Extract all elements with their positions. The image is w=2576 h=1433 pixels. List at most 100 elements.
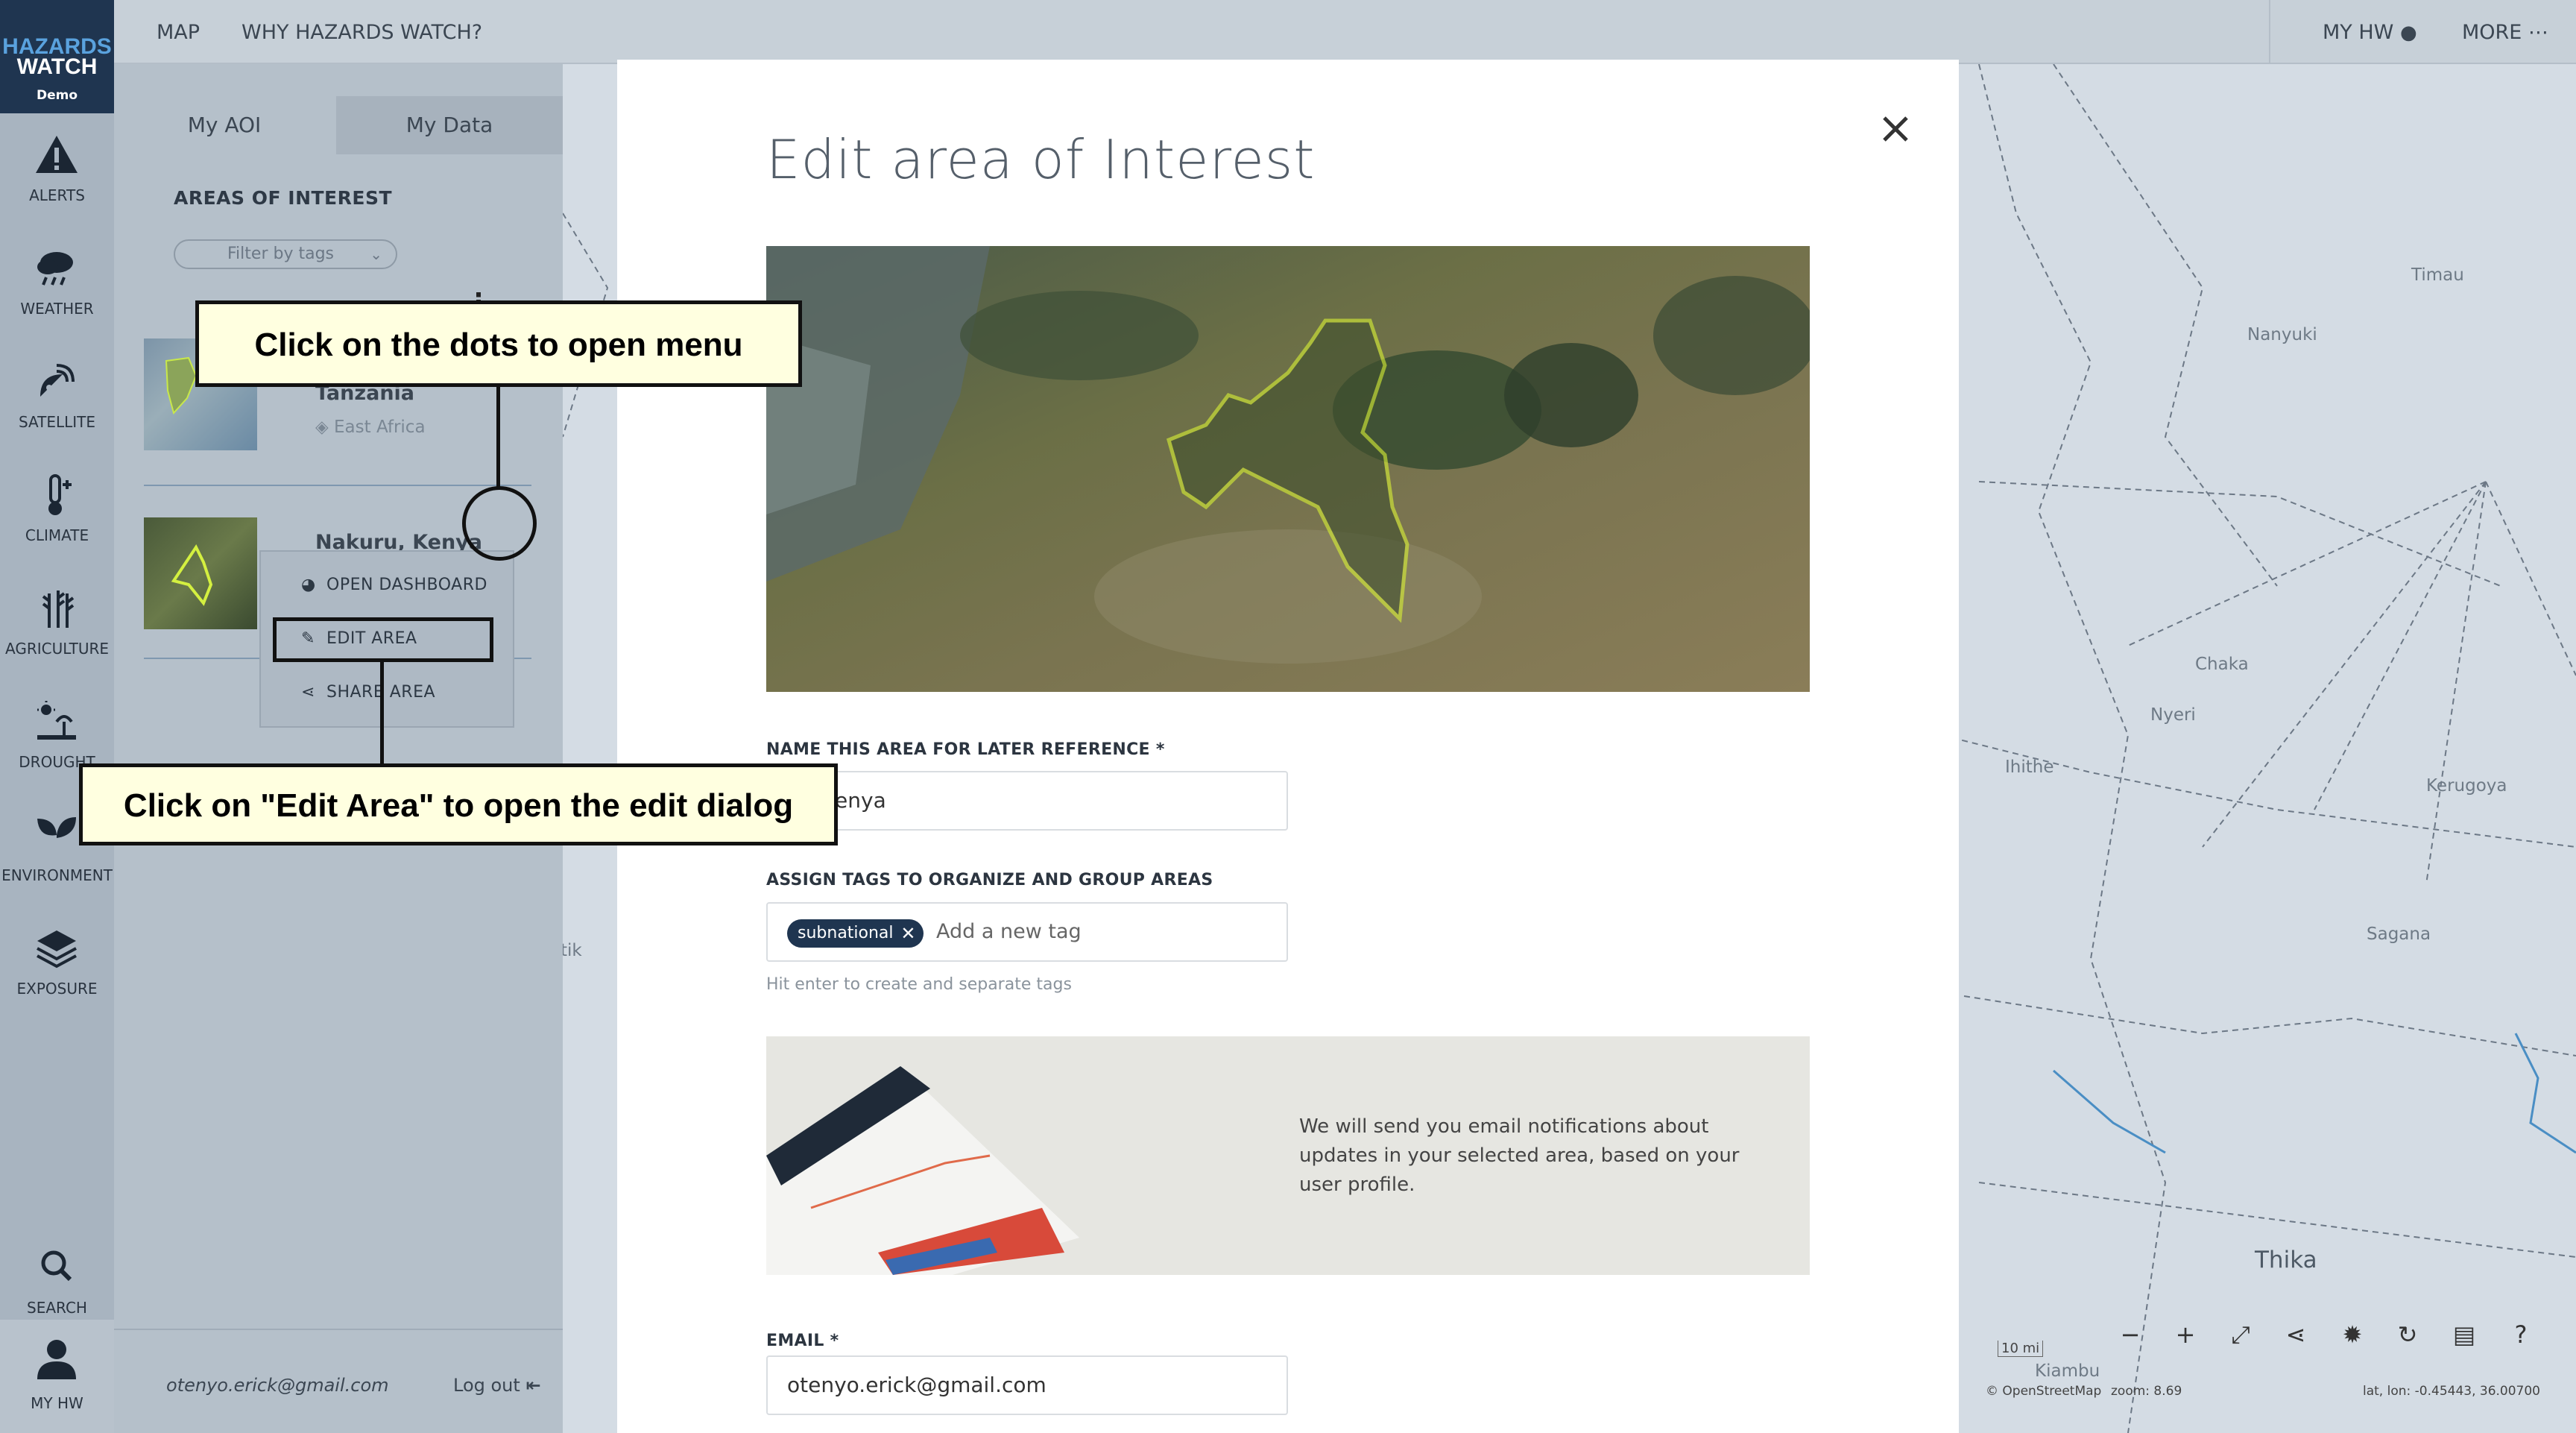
- print-icon[interactable]: ▤: [2442, 1312, 2487, 1357]
- map-place-label: Thika: [2255, 1247, 2317, 1273]
- menu-item-open-dashboard[interactable]: ◕ OPEN DASHBOARD: [301, 576, 487, 594]
- email-value: otenyo.erick@gmail.com: [787, 1373, 1046, 1397]
- zoom-in-button[interactable]: +: [2163, 1312, 2208, 1357]
- aoi-tag: ◈ East Africa: [315, 418, 426, 437]
- rail-item-label: MY HW: [31, 1394, 83, 1412]
- wheat-icon: [42, 590, 75, 628]
- dialog-title: Edit area of Interest: [766, 128, 1316, 191]
- logo-demo-badge: Demo: [36, 88, 78, 103]
- email-input[interactable]: otenyo.erick@gmail.com: [766, 1355, 1288, 1415]
- callout-text: Click on the dots to open menu: [254, 327, 743, 363]
- panel-footer: otenyo.erick@gmail.com Log out ⇤: [114, 1329, 563, 1433]
- nav-map-link[interactable]: MAP: [157, 21, 200, 44]
- rail-item-my-hw[interactable]: MY HW: [0, 1320, 114, 1433]
- chevron-down-icon: ⌄: [370, 245, 382, 263]
- share-icon[interactable]: ⋖: [2273, 1312, 2318, 1357]
- map-attribution[interactable]: © OpenStreetMap: [1986, 1384, 2101, 1399]
- rail-item-label: EXPOSURE: [16, 980, 98, 998]
- map-place-label: Timau: [2411, 265, 2464, 285]
- callout-dots-instruction: Click on the dots to open menu: [195, 300, 802, 387]
- aoi-thumbnail[interactable]: [144, 517, 257, 629]
- area-satellite-map[interactable]: [766, 246, 1810, 692]
- map-scale: 10 mi: [1998, 1341, 2044, 1357]
- tags-field-label: ASSIGN TAGS TO ORGANIZE AND GROUP AREAS: [766, 871, 1213, 889]
- cloud-rain-icon: [37, 252, 73, 286]
- user-avatar-icon: [37, 1340, 76, 1379]
- tags-hint: Hit enter to create and separate tags: [766, 975, 1072, 994]
- filter-placeholder: Filter by tags: [227, 245, 334, 263]
- tags-input[interactable]: subnational ✕ Add a new tag: [766, 902, 1288, 962]
- rail-item-label: WEATHER: [20, 300, 94, 318]
- logo-text-watch: WATCH: [16, 54, 98, 79]
- rail-item-label: SEARCH: [27, 1299, 87, 1317]
- dashboard-preview-illustration: [766, 1066, 1079, 1275]
- notification-banner: We will send you email notifications abo…: [766, 1036, 1810, 1275]
- map-coord-readout: lat, lon: -0.45443, 36.00700: [2363, 1384, 2540, 1399]
- rail-item-agriculture[interactable]: AGRICULTURE: [0, 567, 114, 678]
- area-name-input[interactable]: ru, Kenya: [766, 771, 1288, 831]
- nav-more-link[interactable]: MORE ⋯: [2462, 21, 2548, 44]
- tag-chip: subnational ✕: [787, 919, 924, 948]
- new-tag-placeholder: Add a new tag: [936, 920, 1082, 943]
- dashboard-icon: ◕: [301, 576, 316, 594]
- notification-text: We will send you email notifications abo…: [1299, 1115, 1740, 1196]
- rail-item-label: ALERTS: [29, 186, 85, 204]
- map-place-label: Chaka: [2195, 655, 2249, 674]
- nav-why-link[interactable]: WHY HAZARDS WATCH?: [242, 21, 482, 44]
- edit-area-highlight-box: [273, 617, 493, 662]
- search-icon: [41, 1250, 72, 1282]
- remove-tag-icon[interactable]: ✕: [900, 919, 915, 948]
- areas-heading: AREAS OF INTEREST: [174, 187, 393, 209]
- top-navigation: MAP WHY HAZARDS WATCH? MY HW ● MORE ⋯: [0, 0, 2576, 64]
- logout-link[interactable]: Log out ⇤: [453, 1375, 541, 1396]
- layers-icon: [37, 930, 77, 969]
- rail-item-exposure[interactable]: EXPOSURE: [0, 907, 114, 1018]
- alert-icon: [36, 136, 78, 173]
- edit-area-dialog: Edit area of Interest NAME THIS AREA FOR…: [617, 60, 1959, 1433]
- nav-my-hw-label: MY HW: [2323, 21, 2394, 44]
- map-place-label: Nyeri: [2150, 705, 2196, 725]
- callout-pointer-line: [496, 387, 500, 487]
- menu-item-label: OPEN DASHBOARD: [326, 576, 487, 594]
- map-place-label: Nanyuki: [2247, 325, 2317, 344]
- aoi-side-panel: My AOI My Data AREAS OF INTEREST Filter …: [114, 64, 563, 1433]
- callout-text: Click on "Edit Area" to open the edit di…: [123, 787, 794, 824]
- rail-item-weather[interactable]: WEATHER: [0, 227, 114, 338]
- close-icon[interactable]: [1877, 110, 1914, 148]
- rail-item-label: AGRICULTURE: [4, 640, 109, 658]
- share-icon: ⋖: [301, 683, 315, 702]
- callout-pointer-line: [380, 662, 384, 763]
- map-place-label: tik: [561, 941, 582, 960]
- satellite-icon: [40, 364, 75, 397]
- rail-item-label: SATELLITE: [18, 413, 96, 431]
- ellipsis-icon: ⋯: [2528, 21, 2548, 44]
- tab-my-data[interactable]: My Data: [336, 96, 563, 154]
- drought-icon: [37, 701, 76, 740]
- tag-filter-select[interactable]: Filter by tags ⌄: [174, 239, 397, 269]
- rail-item-climate[interactable]: CLIMATE: [0, 453, 114, 565]
- tab-my-aoi[interactable]: My AOI: [114, 96, 335, 154]
- rail-item-alerts[interactable]: ALERTS: [0, 113, 114, 225]
- map-zoom-readout: zoom: 8.69: [2111, 1384, 2182, 1399]
- tag-chip-label: subnational: [798, 924, 894, 942]
- fullscreen-icon[interactable]: ⤢: [2218, 1312, 2263, 1357]
- leaf-icon: [37, 817, 76, 854]
- map-place-label: Sagana: [2367, 925, 2431, 944]
- user-icon: ●: [2399, 22, 2417, 44]
- refresh-icon[interactable]: ↻: [2385, 1312, 2430, 1357]
- logout-label: Log out: [453, 1375, 520, 1396]
- hazards-watch-logo[interactable]: HAZARDS WATCH Demo: [0, 0, 114, 113]
- user-email: otenyo.erick@gmail.com: [166, 1375, 389, 1396]
- help-icon[interactable]: ?: [2498, 1312, 2543, 1357]
- nav-more-label: MORE: [2462, 21, 2522, 44]
- settings-gear-icon[interactable]: ✹: [2330, 1312, 2375, 1357]
- rail-item-label: ENVIRONMENT: [1, 866, 113, 884]
- nav-my-hw-link[interactable]: MY HW ●: [2323, 21, 2417, 44]
- logout-icon: ⇤: [525, 1375, 541, 1396]
- thermometer-icon: [48, 474, 72, 515]
- aoi-outline: [171, 544, 213, 606]
- zoom-out-button[interactable]: −: [2108, 1312, 2153, 1357]
- aoi-tag-label: East Africa: [334, 418, 426, 437]
- rail-item-satellite[interactable]: SATELLITE: [0, 340, 114, 452]
- name-field-label: NAME THIS AREA FOR LATER REFERENCE *: [766, 740, 1165, 759]
